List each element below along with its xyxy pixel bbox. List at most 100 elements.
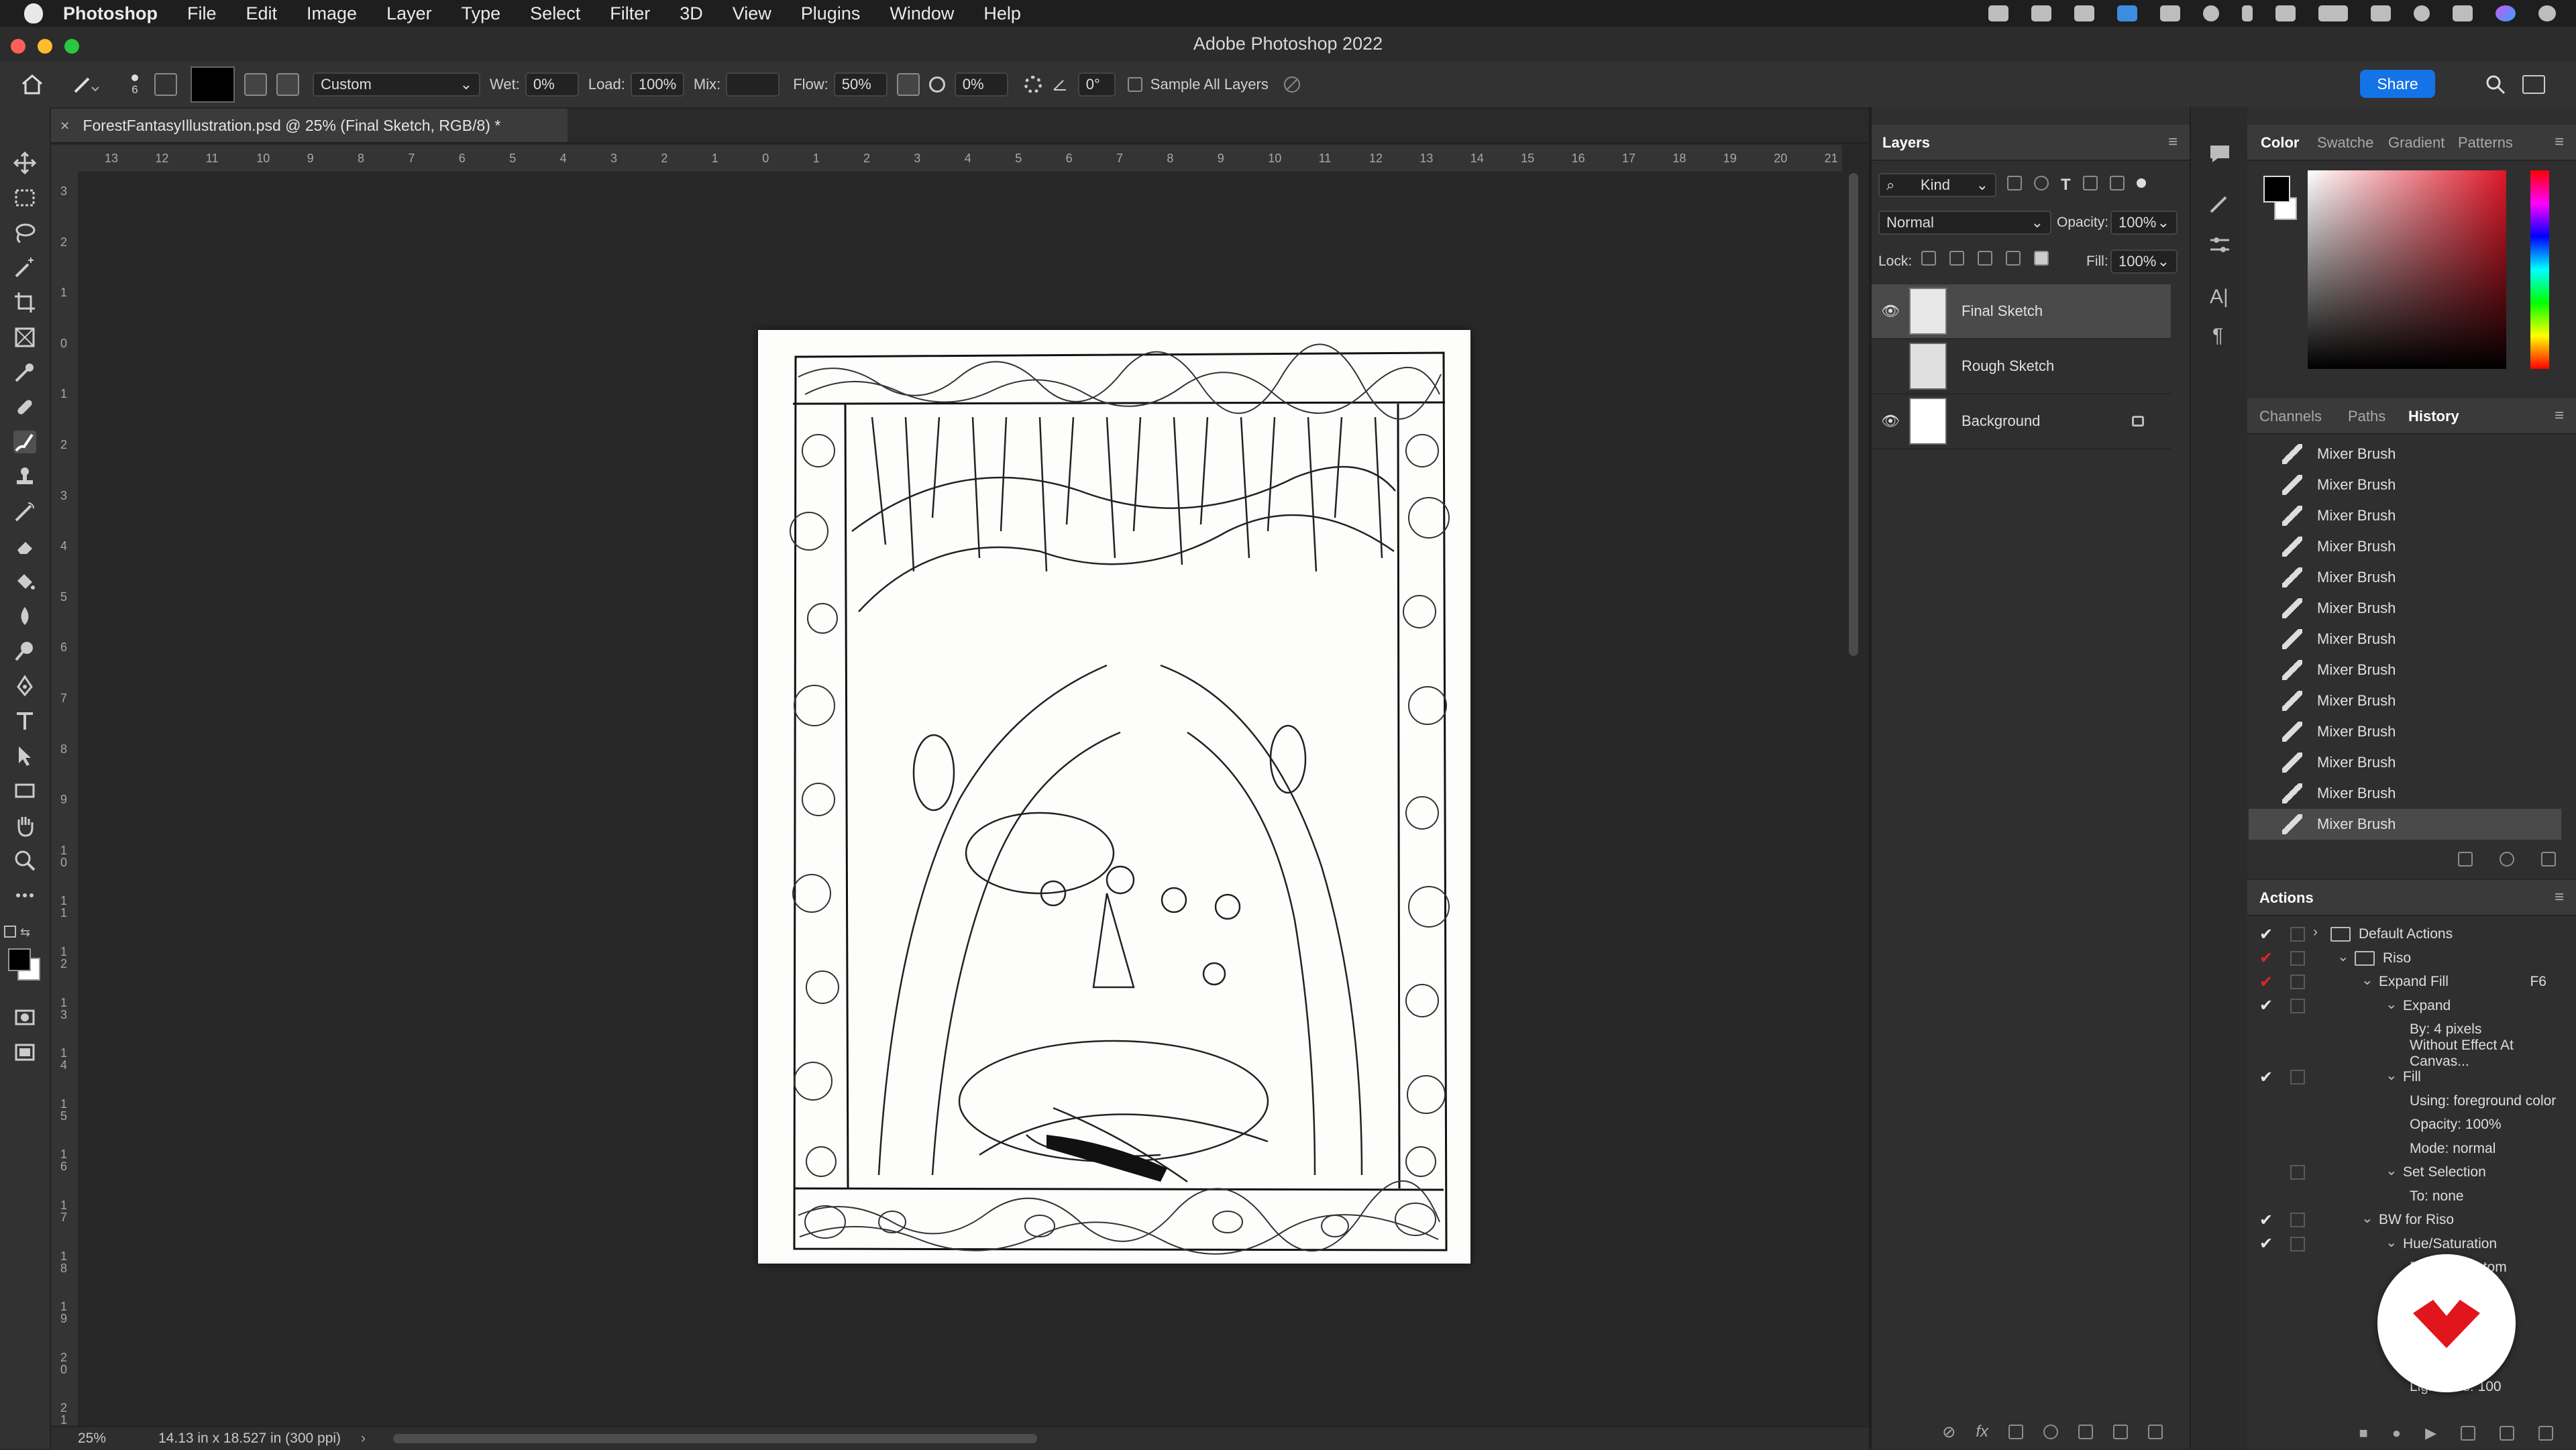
tab-swatches[interactable]: Swatche	[2317, 134, 2373, 152]
dialog-toggle-box[interactable]	[2290, 974, 2305, 989]
action-row[interactable]: ✔ ⌄ Hue/Saturation	[2249, 1233, 2561, 1256]
flow-input[interactable]: 50%	[833, 72, 888, 97]
screen-mode-icon[interactable]	[13, 1041, 36, 1064]
share-button[interactable]: Share	[2360, 70, 2435, 98]
brush-settings-icon[interactable]	[2208, 194, 2231, 215]
pressure-size-toggle[interactable]	[1282, 74, 1302, 95]
record-icon[interactable]: ●	[2392, 1425, 2401, 1442]
color-foreground-swatch[interactable]	[2263, 176, 2290, 203]
adobe-icon[interactable]	[1988, 5, 2008, 21]
menu-filter[interactable]: Filter	[610, 3, 650, 24]
path-selection-tool-icon[interactable]	[13, 744, 36, 767]
mixer-brush-tool-icon[interactable]	[13, 431, 36, 453]
dodge-tool-icon[interactable]	[13, 640, 36, 663]
camera-icon[interactable]	[2500, 852, 2514, 867]
load-brush-after-stroke-toggle[interactable]	[244, 73, 267, 96]
search-icon[interactable]	[2414, 5, 2430, 21]
action-row[interactable]: ✔ ⌄ Expand	[2249, 995, 2561, 1017]
history-state[interactable]: Mixer Brush	[2249, 624, 2561, 655]
new-group-icon[interactable]	[2078, 1425, 2093, 1439]
battery-icon[interactable]	[2318, 5, 2348, 21]
tab-history[interactable]: History	[2408, 408, 2459, 425]
trash-icon[interactable]	[2148, 1425, 2163, 1439]
load-input[interactable]: 100%	[630, 72, 684, 97]
adjustments-icon[interactable]	[2208, 235, 2231, 255]
action-enabled-checkmark-icon[interactable]: ✔	[2259, 1068, 2273, 1087]
app-menu[interactable]: Photoshop	[63, 3, 158, 24]
type-tool-icon[interactable]	[13, 710, 36, 732]
menu-layer[interactable]: Layer	[386, 3, 432, 24]
filter-toggle-icon[interactable]	[2136, 178, 2146, 188]
menu-3d[interactable]: 3D	[680, 3, 703, 24]
bluetooth-icon[interactable]	[2242, 5, 2253, 21]
move-tool-icon[interactable]	[13, 152, 36, 174]
history-state[interactable]: Mixer Brush	[2249, 809, 2561, 840]
menu-image[interactable]: Image	[307, 3, 357, 24]
lock-all-icon[interactable]	[2034, 251, 2049, 266]
crop-tool-icon[interactable]	[13, 291, 36, 314]
expand-chevron-down-icon[interactable]: ⌄	[2361, 972, 2373, 989]
eyedropper-tool-icon[interactable]	[13, 361, 36, 384]
shape-filter-icon[interactable]	[2082, 176, 2098, 190]
lock-pixels-icon[interactable]	[1949, 251, 1964, 266]
action-row[interactable]: Opacity: 100%	[2249, 1113, 2561, 1136]
menu-edit[interactable]: Edit	[246, 3, 278, 24]
action-enabled-checkmark-icon[interactable]: ✔	[2259, 925, 2273, 944]
paint-bucket-tool-icon[interactable]	[13, 570, 36, 593]
brush-size-picker[interactable]: 6	[125, 72, 145, 97]
fx-icon[interactable]: fx	[1976, 1423, 1988, 1441]
history-state[interactable]: Mixer Brush	[2249, 716, 2561, 747]
blur-tool-icon[interactable]	[13, 605, 36, 628]
history-state[interactable]: Mixer Brush	[2249, 500, 2561, 531]
comments-icon[interactable]	[2208, 144, 2231, 164]
action-enabled-checkmark-icon[interactable]: ✔	[2259, 948, 2273, 968]
play-icon[interactable]: ▶	[2425, 1425, 2436, 1442]
lock-transparency-icon[interactable]	[1921, 251, 1936, 266]
layer-filter-kind-select[interactable]: ⌕ Kind ⌄	[1878, 173, 1996, 197]
layer-row-rough-sketch[interactable]: Rough Sketch	[1872, 339, 2171, 394]
action-row[interactable]: Without Effect At Canvas...	[2249, 1038, 2561, 1069]
dialog-toggle-box[interactable]	[2290, 998, 2305, 1013]
character-icon[interactable]: A|	[2210, 286, 2229, 309]
brush-panel-toggle[interactable]	[154, 73, 177, 96]
screen-icon[interactable]	[2074, 5, 2094, 21]
trash-icon[interactable]	[2538, 1426, 2553, 1441]
layer-row-final-sketch[interactable]: 👁 Final Sketch	[1872, 284, 2171, 339]
new-action-icon[interactable]	[2500, 1426, 2514, 1441]
expand-chevron-down-icon[interactable]: ⌄	[2361, 1210, 2373, 1227]
document-tab[interactable]: × ForestFantasyIllustration.psd @ 25% (F…	[51, 109, 568, 142]
menu-view[interactable]: View	[733, 3, 771, 24]
moon-icon[interactable]	[2203, 5, 2219, 21]
action-row[interactable]: ✔ ⌄ Riso	[2249, 947, 2561, 970]
marquee-tool-icon[interactable]	[13, 186, 36, 209]
action-row[interactable]: ✔ › Default Actions	[2249, 923, 2561, 946]
frame-tool-icon[interactable]	[13, 326, 36, 349]
info-icon[interactable]	[2538, 5, 2556, 21]
action-enabled-checkmark-icon[interactable]: ✔	[2259, 1211, 2273, 1230]
gear-icon[interactable]	[1024, 76, 1042, 93]
dialog-toggle-box[interactable]	[2290, 1236, 2305, 1251]
panel-menu-icon[interactable]: ≡	[2168, 133, 2178, 152]
layer-row-background[interactable]: 👁 Background	[1872, 394, 2171, 449]
tab-paths[interactable]: Paths	[2348, 408, 2385, 425]
tab-channels[interactable]: Channels	[2259, 408, 2322, 425]
link-layers-icon[interactable]: ⊘	[1942, 1423, 1955, 1442]
expand-chevron-down-icon[interactable]: ⌄	[2385, 996, 2398, 1013]
tool-preset-picker[interactable]	[71, 73, 101, 96]
blend-mode-select[interactable]: Normal ⌄	[1878, 211, 2051, 235]
history-state[interactable]: Mixer Brush	[2249, 778, 2561, 809]
hand-tool-icon[interactable]	[13, 814, 36, 837]
new-document-from-state-icon[interactable]	[2458, 852, 2473, 867]
zoom-tool-icon[interactable]	[13, 849, 36, 872]
action-row[interactable]: ✔ ⌄ BW for Riso	[2249, 1209, 2561, 1231]
blend-preset-select[interactable]: Custom ⌄	[313, 72, 480, 97]
home-button[interactable]	[20, 73, 44, 96]
history-state[interactable]: Mixer Brush	[2249, 562, 2561, 593]
menu-plugins[interactable]: Plugins	[801, 3, 861, 24]
eraser-tool-icon[interactable]	[13, 535, 36, 558]
search-icon[interactable]	[2485, 74, 2506, 99]
expand-chevron-down-icon[interactable]: ⌄	[2337, 948, 2349, 965]
more-tools-icon[interactable]	[13, 884, 36, 907]
tab-color[interactable]: Color	[2261, 134, 2299, 152]
canvas-horizontal-scrollbar[interactable]	[393, 1434, 1037, 1443]
